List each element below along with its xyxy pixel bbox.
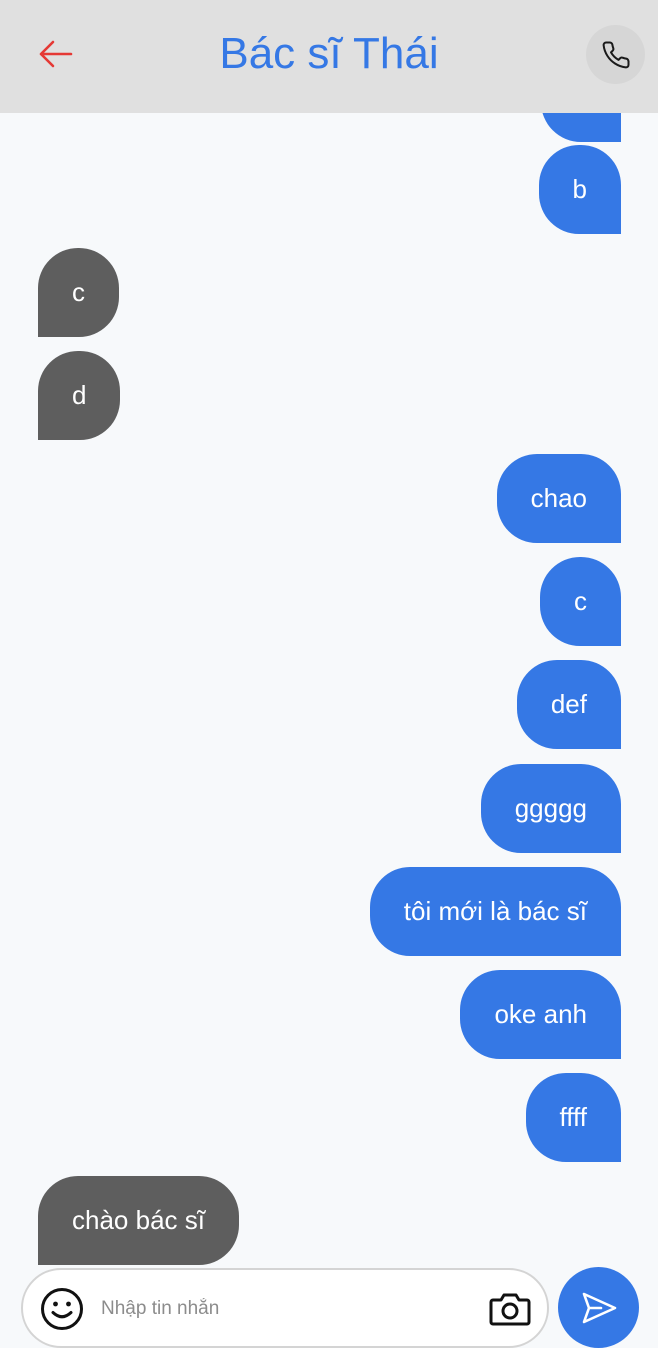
message-bubble-sent: tôi mới là bác sĩ: [369, 867, 621, 956]
message-composer: [21, 1268, 549, 1348]
message-list[interactable]: b c d chao c def ggggg tôi mới là bác sĩ…: [0, 113, 658, 1265]
message-bubble-sent: ffff: [525, 1073, 621, 1162]
message-bubble-sent: ggggg: [480, 764, 621, 853]
chat-header: Bác sĩ Thái: [0, 0, 658, 113]
message-bubble-received: d: [38, 351, 121, 440]
message-bubble-received: c: [38, 248, 119, 337]
send-icon: [582, 1292, 616, 1323]
phone-icon: [602, 40, 630, 68]
message-input[interactable]: [101, 1284, 481, 1334]
call-button[interactable]: [586, 25, 645, 84]
message-bubble-sent: c: [540, 557, 621, 646]
emoji-button[interactable]: [39, 1286, 85, 1332]
message-bubble-partial: [541, 113, 621, 142]
message-bubble-sent: oke anh: [460, 970, 621, 1059]
message-bubble-sent: def: [516, 660, 621, 749]
message-bubble-sent: chao: [496, 454, 621, 543]
message-bubble-sent: b: [538, 145, 621, 234]
camera-icon: [489, 1293, 531, 1326]
camera-button[interactable]: [487, 1286, 533, 1332]
chat-title: Bác sĩ Thái: [219, 29, 439, 78]
send-button[interactable]: [558, 1267, 639, 1348]
smile-icon: [41, 1288, 83, 1330]
message-bubble-received: chào bác sĩ: [38, 1176, 239, 1265]
